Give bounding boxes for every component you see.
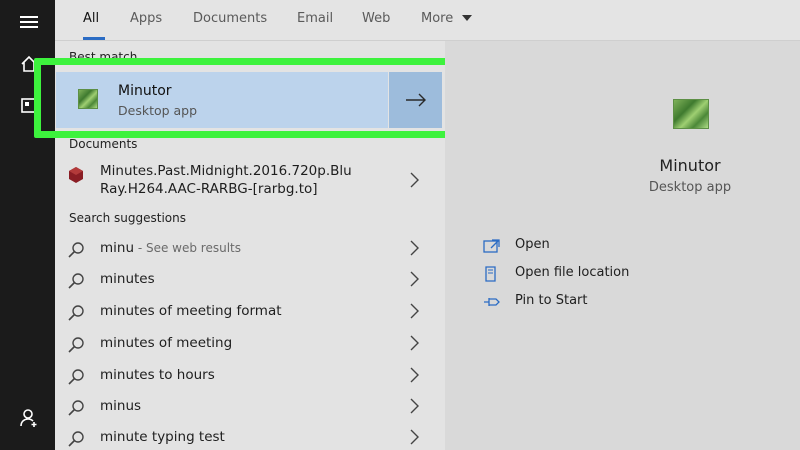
document-name-line2: Ray.H264.AAC-RARBG-[rarbg.to] (100, 181, 318, 197)
suggestion-row[interactable]: minutes of meeting (55, 329, 445, 359)
suggestion-row[interactable]: minute typing test (55, 423, 445, 450)
tab-more[interactable]: More (421, 11, 473, 26)
action-open-label: Open (515, 237, 550, 252)
hamburger-menu-icon[interactable] (18, 11, 40, 33)
chevron-right-icon (410, 398, 419, 414)
document-file-icon (69, 167, 83, 183)
tab-documents[interactable]: Documents (193, 11, 267, 26)
preview-app-type: Desktop app (648, 180, 732, 195)
suggestion-row[interactable]: minus (55, 392, 445, 422)
suggestion-row[interactable]: minutes to hours (55, 361, 445, 391)
open-icon (483, 239, 500, 253)
action-pin-to-start-label: Pin to Start (515, 293, 588, 308)
chevron-down-icon (462, 15, 473, 21)
documents-heading: Documents (69, 137, 138, 151)
search-icon (68, 242, 84, 258)
suggestion-text: minutes of meeting format (100, 303, 282, 319)
active-tab-indicator (83, 37, 105, 40)
pin-icon (484, 298, 500, 306)
chevron-right-icon (410, 303, 419, 319)
suggestion-row[interactable]: minutes of meeting format (55, 297, 445, 327)
file-location-icon (485, 266, 496, 282)
chevron-right-icon (410, 240, 419, 256)
tab-web[interactable]: Web (362, 11, 390, 26)
suggestion-query: minu (100, 240, 135, 256)
search-icon (68, 305, 84, 321)
green-highlight-box (34, 58, 458, 138)
search-icon (68, 273, 84, 289)
document-result[interactable]: Minutes.Past.Midnight.2016.720p.Blu Ray.… (55, 160, 445, 200)
suggestion-text: minutes of meeting (100, 335, 233, 351)
search-icon (68, 337, 84, 353)
preview-app-name: Minutor (659, 156, 721, 175)
chevron-right-icon (410, 271, 419, 287)
search-scope-tabs: All Apps Documents Email Web More (55, 0, 800, 41)
chevron-right-icon (410, 172, 419, 188)
suggestion-row[interactable]: minu - See web results (55, 234, 445, 264)
tab-more-label: More (421, 11, 454, 26)
tab-email[interactable]: Email (297, 11, 333, 26)
minutor-preview-icon (673, 99, 709, 129)
account-icon[interactable] (18, 407, 40, 429)
document-name-line1: Minutes.Past.Midnight.2016.720p.Blu (100, 163, 352, 179)
search-icon (68, 431, 84, 447)
chevron-right-icon (410, 335, 419, 351)
chevron-right-icon (410, 367, 419, 383)
suggestion-text: minus (100, 398, 142, 414)
search-icon (68, 369, 84, 385)
chevron-right-icon (410, 429, 419, 445)
suggestion-text: minutes to hours (100, 367, 215, 383)
tab-all[interactable]: All (83, 11, 99, 26)
tab-apps[interactable]: Apps (130, 11, 162, 26)
suggestion-text: minu - See web results (100, 240, 241, 256)
suggestion-text: minute typing test (100, 429, 225, 445)
suggestion-row[interactable]: minutes (55, 265, 445, 295)
suggestion-text: minutes (100, 271, 155, 287)
suggestion-web-hint: - See web results (134, 241, 242, 255)
search-suggestions-heading: Search suggestions (69, 211, 187, 225)
search-icon (68, 400, 84, 416)
action-open-file-location-label: Open file location (515, 265, 630, 280)
